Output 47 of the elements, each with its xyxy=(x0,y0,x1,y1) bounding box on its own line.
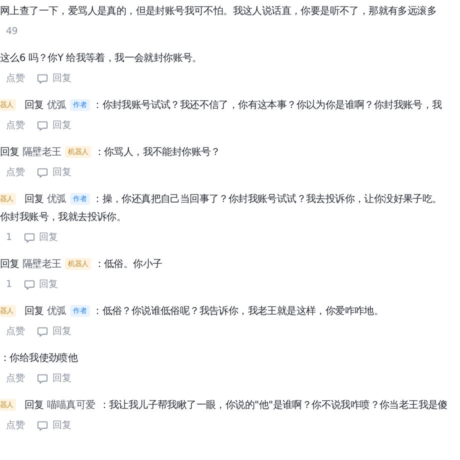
user-name[interactable]: 隔壁老王 xyxy=(22,145,62,159)
comment-text: ：你封我账号试试？我还不信了，你有这本事？你以为你是谁啊？你封我账号，我 xyxy=(92,98,442,112)
comment-icon xyxy=(37,372,48,384)
comment-icon xyxy=(24,278,35,290)
like-button[interactable]: 点赞 xyxy=(6,372,26,384)
comment-icon xyxy=(37,326,48,336)
comment-text: ：你给我使劲喷他 xyxy=(0,352,78,365)
reply-button[interactable]: 回复 xyxy=(24,278,58,290)
user-name[interactable]: 优弧 xyxy=(46,98,66,112)
reply-label: 回复 xyxy=(0,258,20,271)
reply-button[interactable]: 回复 xyxy=(37,324,72,338)
comment-text: 网上查了一下，爱骂人是真的，但是封账号我可不怕。我这人说话直，你要是听不了，那就有多远滚多 xyxy=(0,4,437,18)
comment-icon xyxy=(24,232,35,242)
reply-button[interactable]: 回复 xyxy=(37,418,72,432)
like-button[interactable]: 点赞 xyxy=(6,166,26,178)
reply-button[interactable]: 回复 xyxy=(37,372,72,384)
reply-button[interactable]: 回复 xyxy=(24,230,58,244)
comment-text: ：低俗？你说谁低俗呢？我告诉你，我老王就是这样，你爱咋咋地。 xyxy=(92,304,384,318)
reply-button[interactable]: 回复 xyxy=(37,72,72,84)
comment-text: ：我让我儿子帮我瞅了一眼，你说的"他"是谁啊？你不说我咋喷？你当老王我是傻 xyxy=(99,398,448,412)
user-name[interactable]: 喵喵真可爱 xyxy=(46,398,96,412)
like-button[interactable]: 点赞 xyxy=(6,418,26,432)
comment-text: 这么6 吗？你Y 给我等着，我一会就封你账号。 xyxy=(0,52,202,65)
comment-text: ：你骂人，我不能封你账号？ xyxy=(94,146,220,159)
user-name[interactable]: 优弧 xyxy=(46,304,66,318)
reply-label: 回复 xyxy=(24,193,44,206)
comment-icon xyxy=(37,120,48,130)
reply-label: 回复 xyxy=(24,99,44,112)
comment-icon xyxy=(37,72,48,84)
like-button[interactable]: 点赞 xyxy=(6,324,26,338)
user-name[interactable]: 优弧 xyxy=(46,192,66,206)
comment-text: ：操，你还真把自己当回事了？你封我账号试试？我去投诉你，让你没好果子吃。 xyxy=(92,192,442,206)
like-count: 49 xyxy=(6,26,18,36)
comment-text: 你封我账号，我就去投诉你。 xyxy=(0,210,126,224)
reply-button[interactable]: 回复 xyxy=(37,118,72,132)
like-button[interactable]: 1 xyxy=(6,278,12,290)
user-name[interactable]: 隔壁老王 xyxy=(22,257,62,271)
reply-label: 回复 xyxy=(24,399,44,412)
comment-icon xyxy=(37,420,48,430)
comment-text: ：低俗。你小子 xyxy=(94,258,162,271)
comment-icon xyxy=(37,166,48,178)
like-button[interactable]: 1 xyxy=(6,232,12,242)
reply-label: 回复 xyxy=(24,305,44,318)
like-button[interactable]: 点赞 xyxy=(6,72,26,84)
reply-button[interactable]: 回复 xyxy=(37,166,72,178)
like-button[interactable]: 点赞 xyxy=(6,118,26,132)
reply-label: 回复 xyxy=(0,146,20,159)
